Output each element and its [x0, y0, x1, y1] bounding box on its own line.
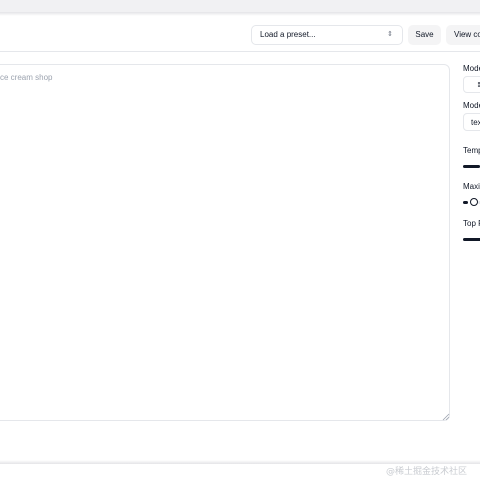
top-window-edge	[0, 0, 480, 12]
temperature-label: Temp	[463, 146, 480, 155]
top-p-label: Top P	[463, 219, 480, 228]
maximum-length-label: Maxi	[463, 182, 480, 191]
save-button[interactable]: Save	[408, 25, 441, 45]
temperature-slider-fill[interactable]	[463, 165, 480, 168]
maximum-length-slider-thumb[interactable]	[470, 198, 478, 206]
toolbar-divider	[0, 51, 480, 52]
load-preset-select[interactable]: Load a preset... ⇕	[251, 25, 403, 45]
preset-select-label: Load a preset...	[260, 30, 316, 39]
maximum-length-slider-fill	[463, 201, 468, 204]
watermark-text: @稀土掘金技术社区	[386, 467, 468, 477]
model-label: Mode	[463, 101, 480, 110]
prompt-textarea[interactable]	[0, 64, 450, 421]
mode-label: Mode	[463, 64, 480, 73]
view-code-button[interactable]: View co	[446, 25, 480, 45]
prompt-placeholder: ce cream shop	[0, 73, 53, 82]
resize-grip-icon[interactable]	[442, 413, 450, 421]
model-value: tex	[471, 118, 480, 127]
chevron-updown-icon: ⇕	[387, 31, 393, 38]
top-p-slider-fill[interactable]	[463, 238, 480, 241]
